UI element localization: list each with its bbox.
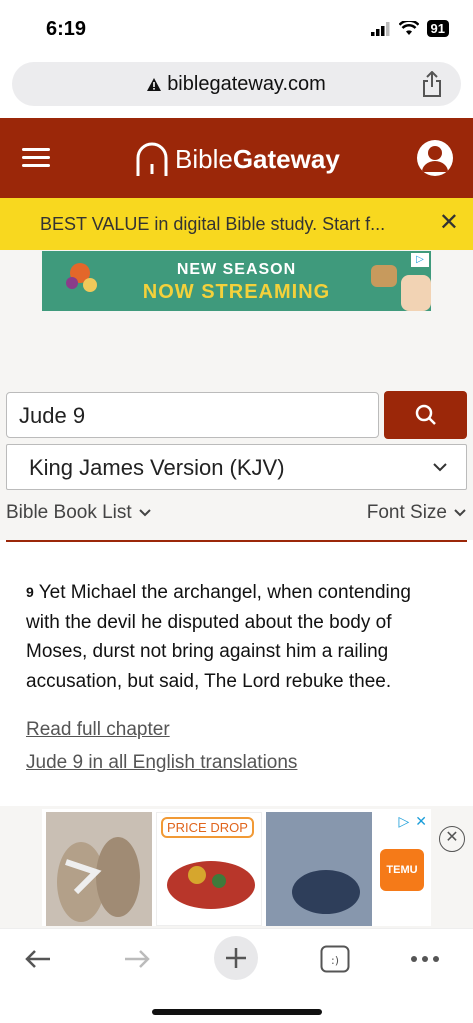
logo[interactable]: BibleGateway bbox=[135, 140, 340, 178]
all-translations-link[interactable]: Jude 9 in all English translations bbox=[26, 752, 297, 774]
wifi-icon bbox=[398, 21, 419, 35]
price-drop-badge: PRICE DROP bbox=[161, 817, 254, 838]
home-indicator[interactable] bbox=[152, 1009, 322, 1015]
verse-number: 9 bbox=[26, 584, 34, 600]
passage: 9 Yet Michael the archangel, when conten… bbox=[6, 540, 467, 810]
ad-icons[interactable]: ▷ ✕ bbox=[398, 813, 427, 830]
browser-toolbar: :) bbox=[0, 928, 473, 1023]
battery-icon: 91 bbox=[426, 20, 449, 37]
close-icon[interactable]: ✕ bbox=[415, 813, 427, 830]
plus-icon bbox=[226, 948, 246, 968]
user-icon[interactable] bbox=[417, 140, 453, 176]
more-button[interactable] bbox=[405, 939, 445, 979]
warning-icon bbox=[147, 77, 162, 91]
status-bar: 6:19 91 bbox=[0, 0, 473, 56]
url-text: biblegateway.com bbox=[167, 72, 326, 95]
font-size-toggle[interactable]: Font Size bbox=[367, 502, 467, 524]
more-icon bbox=[411, 956, 439, 962]
arrow-right-icon bbox=[125, 950, 150, 968]
ad-product-image[interactable] bbox=[266, 812, 372, 926]
status-time: 6:19 bbox=[46, 18, 87, 40]
url-bar[interactable]: biblegateway.com bbox=[12, 62, 461, 106]
chevron-down-icon bbox=[138, 509, 151, 517]
tabs-icon: :) bbox=[320, 945, 350, 973]
top-ad-banner[interactable]: NEW SEASON NOW STREAMING ▷ bbox=[42, 251, 431, 311]
temu-logo[interactable]: TEMU bbox=[380, 849, 424, 891]
promo-banner[interactable]: BEST VALUE in digital Bible study. Start… bbox=[0, 198, 473, 250]
search-icon bbox=[415, 404, 436, 425]
read-full-chapter-link[interactable]: Read full chapter bbox=[26, 719, 170, 741]
bible-gateway-logo-icon bbox=[136, 142, 168, 176]
search-input[interactable]: Jude 9 bbox=[6, 392, 379, 438]
ad-line2: NOW STREAMING bbox=[142, 281, 331, 303]
search-button[interactable] bbox=[384, 391, 467, 439]
status-icons: 91 bbox=[370, 20, 449, 37]
chevron-down-icon bbox=[454, 509, 466, 517]
promo-text[interactable]: BEST VALUE in digital Bible study. Start… bbox=[40, 214, 412, 235]
adchoices-icon[interactable]: ▷ bbox=[411, 253, 429, 267]
chevron-down-icon bbox=[433, 463, 447, 472]
forward-button[interactable] bbox=[117, 939, 157, 979]
ad-close-button[interactable]: ✕ bbox=[439, 826, 465, 852]
bottom-ad-area: PRICE DROP TEMU ▷ ✕ ✕ bbox=[0, 806, 473, 928]
back-button[interactable] bbox=[18, 939, 58, 979]
version-select[interactable]: King James Version (KJV) bbox=[6, 444, 467, 490]
ad-line1: NEW SEASON bbox=[176, 261, 297, 278]
menu-icon[interactable] bbox=[22, 148, 50, 172]
adchoices-icon[interactable]: ▷ bbox=[398, 813, 409, 830]
version-selected: King James Version (KJV) bbox=[29, 455, 285, 480]
verse-text: 9 Yet Michael the archangel, when conten… bbox=[26, 582, 411, 692]
ad-product-image[interactable]: PRICE DROP bbox=[156, 812, 262, 926]
arrow-left-icon bbox=[25, 950, 50, 968]
ad-area: NEW SEASON NOW STREAMING ▷ bbox=[0, 250, 473, 390]
bible-book-list-toggle[interactable]: Bible Book List bbox=[6, 502, 152, 524]
site-header: BibleGateway bbox=[0, 118, 473, 198]
search-section: Jude 9 King James Version (KJV) Bible Bo… bbox=[0, 390, 473, 540]
logo-text: BibleGateway bbox=[175, 143, 340, 174]
bottom-ad-banner[interactable]: PRICE DROP TEMU ▷ ✕ bbox=[42, 809, 431, 926]
ad-product-image[interactable] bbox=[46, 812, 152, 926]
signal-icon bbox=[370, 21, 390, 36]
tabs-button[interactable]: :) bbox=[315, 939, 355, 979]
share-icon[interactable] bbox=[421, 71, 443, 97]
new-tab-button[interactable] bbox=[214, 936, 258, 980]
svg-text::): :) bbox=[331, 954, 339, 967]
close-icon[interactable]: ✕ bbox=[439, 211, 459, 235]
